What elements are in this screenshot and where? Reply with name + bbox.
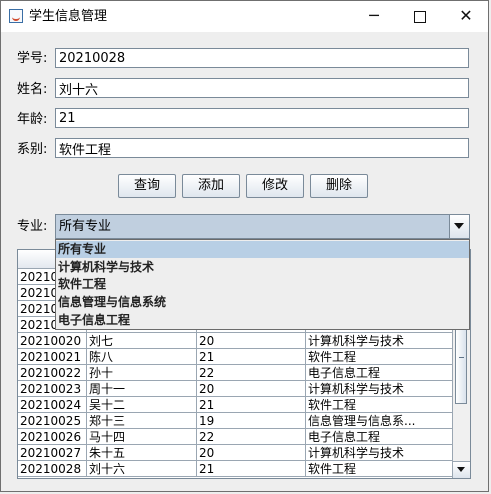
major-dropdown-list[interactable]: 所有专业 计算机科学与技术 软件工程 信息管理与信息系统 电子信息工程 xyxy=(55,239,470,330)
window-title: 学生信息管理 xyxy=(29,9,108,24)
table-cell-major: 电子信息工程 xyxy=(306,365,455,381)
chevron-down-icon[interactable] xyxy=(449,215,469,238)
table-row[interactable]: 20210020 刘七 20 计算机科学与技术 xyxy=(18,333,455,349)
table-cell-id: 20210026 xyxy=(18,429,87,445)
major-option-computer-science[interactable]: 计算机科学与技术 xyxy=(56,259,469,276)
table-cell-major: 计算机科学与技术 xyxy=(306,333,455,349)
table-cell-age: 21 xyxy=(197,349,306,365)
table-cell-age: 20 xyxy=(197,381,306,397)
table-cell-name: 朱十五 xyxy=(87,445,197,461)
age-input[interactable] xyxy=(55,108,469,128)
add-button[interactable]: 添加 xyxy=(182,174,240,198)
major-option-information-management[interactable]: 信息管理与信息系统 xyxy=(56,294,469,311)
query-button[interactable]: 查询 xyxy=(118,174,176,198)
table-cell-name: 陈八 xyxy=(87,349,197,365)
major-option-software-engineering[interactable]: 软件工程 xyxy=(56,276,469,293)
java-cup-icon xyxy=(9,9,23,23)
table-row[interactable]: 20210024 吴十二 21 软件工程 xyxy=(18,397,455,413)
app-window: 学生信息管理 ─ ✕ 学号: 姓名: 年龄: 系别: 查询 添加 修改 删除 专… xyxy=(0,0,489,492)
table-cell-name: 孙十 xyxy=(87,365,197,381)
major-selected-value: 所有专业 xyxy=(59,219,112,234)
table-cell-age: 22 xyxy=(197,429,306,445)
table-cell-id: 20210027 xyxy=(18,445,87,461)
major-option-all[interactable]: 所有专业 xyxy=(56,241,469,258)
table-cell-name: 吴十二 xyxy=(87,397,197,413)
minimize-button[interactable]: ─ xyxy=(351,1,397,32)
table-row[interactable]: 20210027 朱十五 20 计算机科学与技术 xyxy=(18,445,455,461)
major-option-electronic-information[interactable]: 电子信息工程 xyxy=(56,312,469,329)
modify-button[interactable]: 修改 xyxy=(246,174,304,198)
department-input[interactable] xyxy=(55,138,469,158)
delete-button[interactable]: 删除 xyxy=(310,174,368,198)
table-cell-name: 郑十三 xyxy=(87,413,197,429)
table-cell-major: 软件工程 xyxy=(306,397,455,413)
table-cell-major: 电子信息工程 xyxy=(306,429,455,445)
grip-icon xyxy=(459,357,464,358)
table-cell-name: 周十一 xyxy=(87,381,197,397)
table-cell-major: 计算机科学与技术 xyxy=(306,445,455,461)
table-row[interactable]: 20210026 马十四 22 电子信息工程 xyxy=(18,429,455,445)
age-label: 年龄: xyxy=(17,112,48,127)
table-cell-id: 20210024 xyxy=(18,397,87,413)
table-cell-major: 计算机科学与技术 xyxy=(306,381,455,397)
table-cell-age: 21 xyxy=(197,397,306,413)
scroll-down-arrow-icon[interactable] xyxy=(453,461,470,478)
table-row[interactable]: 20210025 郑十三 19 信息管理与信息系... xyxy=(18,413,455,429)
table-cell-id: 20210021 xyxy=(18,349,87,365)
table-row[interactable]: 20210028 刘十六 21 软件工程 xyxy=(18,461,455,477)
table-cell-name: 刘七 xyxy=(87,333,197,349)
table-cell-age: 20 xyxy=(197,445,306,461)
table-cell-age: 20 xyxy=(197,333,306,349)
name-label: 姓名: xyxy=(17,82,48,97)
table-cell-id: 20210023 xyxy=(18,381,87,397)
table-cell-age: 22 xyxy=(197,365,306,381)
maximize-icon xyxy=(414,10,426,23)
student-id-label: 学号: xyxy=(17,51,48,66)
table-cell-name: 刘十六 xyxy=(87,461,197,477)
table-cell-id: 20210022 xyxy=(18,365,87,381)
table-cell-major: 软件工程 xyxy=(306,349,455,365)
department-label: 系别: xyxy=(17,142,48,157)
table-cell-age: 19 xyxy=(197,413,306,429)
scrollbar-thumb[interactable] xyxy=(455,320,467,404)
major-combo-box[interactable]: 所有专业 xyxy=(55,214,470,239)
table-cell-id: 20210025 xyxy=(18,413,87,429)
table-row[interactable]: 20210021 陈八 21 软件工程 xyxy=(18,349,455,365)
student-id-input[interactable] xyxy=(55,48,469,68)
table-row[interactable]: 20210022 孙十 22 电子信息工程 xyxy=(18,365,455,381)
table-cell-major: 信息管理与信息系... xyxy=(306,413,455,429)
major-label: 专业: xyxy=(17,219,48,234)
table-cell-age: 21 xyxy=(197,461,306,477)
table-cell-id: 20210020 xyxy=(18,333,87,349)
title-bar: 学生信息管理 ─ ✕ xyxy=(1,1,488,32)
close-button[interactable]: ✕ xyxy=(443,1,489,32)
name-input[interactable] xyxy=(55,78,469,98)
table-cell-id: 20210028 xyxy=(18,461,87,477)
table-row[interactable]: 20210023 周十一 20 计算机科学与技术 xyxy=(18,381,455,397)
maximize-button[interactable] xyxy=(397,1,443,32)
table-cell-major: 软件工程 xyxy=(306,461,455,477)
table-cell-name: 马十四 xyxy=(87,429,197,445)
